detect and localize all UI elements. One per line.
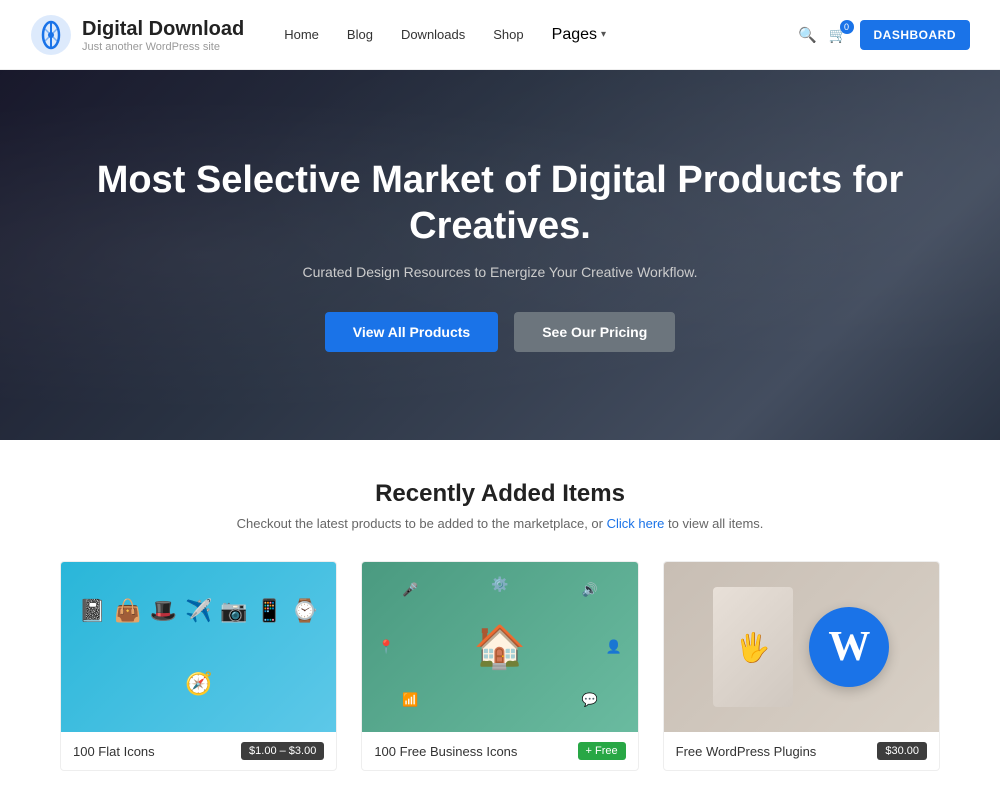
product-name-2: 100 Free Business Icons bbox=[374, 744, 517, 759]
icon-hat: 🎩 bbox=[150, 598, 177, 624]
logo-area: Digital Download Just another WordPress … bbox=[30, 14, 244, 56]
product-info-3: Free WordPress Plugins $30.00 bbox=[664, 732, 939, 770]
icon-notebook: 📓 bbox=[79, 598, 106, 624]
click-here-link[interactable]: Click here bbox=[607, 516, 665, 531]
section-subtitle: Checkout the latest products to be added… bbox=[60, 516, 940, 531]
logo-text-group: Digital Download Just another WordPress … bbox=[82, 17, 244, 53]
icon-user: 👤 bbox=[605, 639, 621, 655]
icon-watch: ⌚ bbox=[291, 598, 318, 624]
product-image-3: 🖐 W bbox=[664, 562, 939, 732]
icon-speaker: 🔊 bbox=[581, 582, 597, 598]
price-badge-1: $1.00 – $3.00 bbox=[241, 742, 324, 760]
icon-camera: 📷 bbox=[220, 598, 247, 624]
icon-wallet: 👜 bbox=[114, 598, 141, 624]
products-grid: 📓 👜 🎩 ✈️ 📷 📱 ⌚ 🧭 100 Flat Icons $1.00 – … bbox=[60, 561, 940, 771]
nav-home[interactable]: Home bbox=[284, 27, 319, 42]
products-section: Recently Added Items Checkout the latest… bbox=[0, 440, 1000, 801]
nav-shop[interactable]: Shop bbox=[493, 27, 523, 42]
logo-subtitle: Just another WordPress site bbox=[82, 41, 244, 53]
hero-subtitle: Curated Design Resources to Energize You… bbox=[60, 264, 940, 280]
product-info-1: 100 Flat Icons $1.00 – $3.00 bbox=[61, 732, 336, 770]
price-badge-2: + Free bbox=[578, 742, 626, 760]
cart-badge: 0 bbox=[840, 20, 854, 34]
product-name-3: Free WordPress Plugins bbox=[676, 744, 817, 759]
wordpress-logo: W bbox=[809, 607, 889, 687]
nav-pages[interactable]: Pages ▾ bbox=[552, 26, 606, 44]
logo-icon bbox=[30, 14, 72, 56]
search-icon[interactable]: 🔍 bbox=[798, 26, 817, 44]
product-info-2: 100 Free Business Icons + Free bbox=[362, 732, 637, 770]
icon-phone: 📱 bbox=[256, 598, 283, 624]
logo-title: Digital Download bbox=[82, 17, 244, 41]
hero-content: Most Selective Market of Digital Product… bbox=[0, 158, 1000, 351]
icon-plane: ✈️ bbox=[185, 598, 212, 624]
header: Digital Download Just another WordPress … bbox=[0, 0, 1000, 70]
nav-blog[interactable]: Blog bbox=[347, 27, 373, 42]
icon-mic: 🎤 bbox=[402, 582, 418, 598]
main-nav: Home Blog Downloads Shop Pages ▾ bbox=[284, 26, 798, 44]
hero-title: Most Selective Market of Digital Product… bbox=[60, 158, 940, 249]
icon-map: 📍 bbox=[378, 639, 394, 655]
view-all-products-button[interactable]: View All Products bbox=[325, 312, 498, 352]
product-card-1[interactable]: 📓 👜 🎩 ✈️ 📷 📱 ⌚ 🧭 100 Flat Icons $1.00 – … bbox=[60, 561, 337, 771]
cart-icon[interactable]: 🛒 0 bbox=[829, 26, 848, 44]
icon-house: 🏠 bbox=[474, 623, 526, 672]
pages-chevron-icon: ▾ bbox=[601, 29, 606, 40]
product-name-1: 100 Flat Icons bbox=[73, 744, 155, 759]
icon-chat: 💬 bbox=[581, 692, 597, 708]
product-image-1: 📓 👜 🎩 ✈️ 📷 📱 ⌚ 🧭 bbox=[61, 562, 336, 732]
icon-wifi: 📶 bbox=[402, 692, 418, 708]
hero-section: Most Selective Market of Digital Product… bbox=[0, 70, 1000, 440]
nav-downloads[interactable]: Downloads bbox=[401, 27, 465, 42]
section-title: Recently Added Items bbox=[60, 480, 940, 508]
dashboard-button[interactable]: DASHBOARD bbox=[860, 20, 971, 50]
see-pricing-button[interactable]: See Our Pricing bbox=[514, 312, 675, 352]
price-badge-3: $30.00 bbox=[877, 742, 927, 760]
hero-buttons: View All Products See Our Pricing bbox=[60, 312, 940, 352]
icon-gear-top: ⚙️ bbox=[491, 576, 508, 593]
product-card-3[interactable]: 🖐 W Free WordPress Plugins $30.00 bbox=[663, 561, 940, 771]
product-image-2: ⚙️ 🔊 🎤 📍 👤 📶 💬 🏠 bbox=[362, 562, 637, 732]
product-card-2[interactable]: ⚙️ 🔊 🎤 📍 👤 📶 💬 🏠 100 Free Business Icons… bbox=[361, 561, 638, 771]
header-icons: 🔍 🛒 0 bbox=[798, 26, 847, 44]
icon-compass: 🧭 bbox=[185, 671, 212, 697]
